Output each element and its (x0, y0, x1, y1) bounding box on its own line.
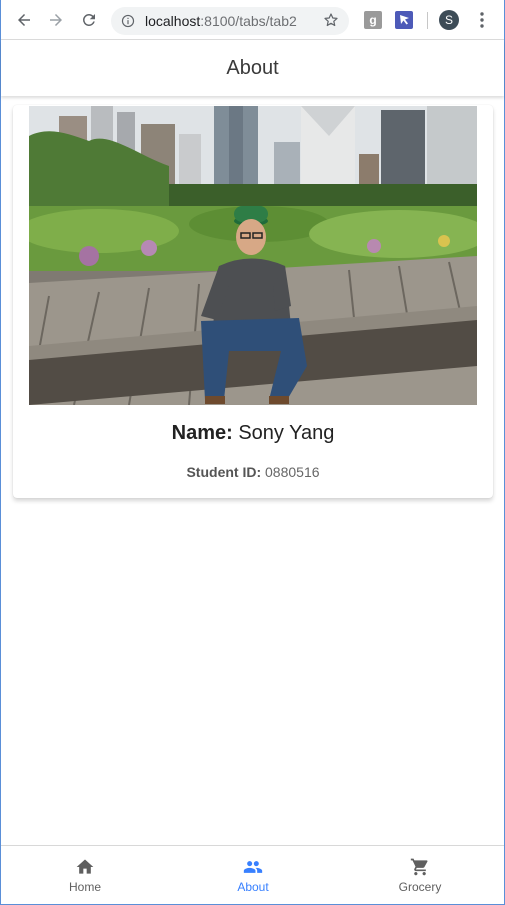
arrow-left-icon (18, 14, 30, 26)
kebab-menu-icon[interactable] (475, 11, 489, 29)
tab-grocery-label: Grocery (398, 880, 442, 894)
reload-icon (82, 13, 95, 26)
home-icon (76, 859, 94, 874)
extension-g-icon[interactable]: g (364, 11, 382, 29)
main-content[interactable]: Name: Sony Yang Student ID: 0880516 (1, 96, 504, 845)
arrow-right-icon (50, 14, 62, 26)
name-value: Sony Yang (238, 422, 335, 444)
address-bar[interactable]: localhost:8100/tabs/tab2 (111, 7, 349, 35)
profile-avatar[interactable]: S (439, 10, 459, 30)
forward-button[interactable] (45, 9, 67, 31)
student-id-label: Student ID: (186, 464, 262, 480)
student-id-value: 0880516 (265, 464, 320, 480)
student-id: Student ID: 0880516 (13, 464, 493, 480)
star-icon[interactable] (323, 12, 339, 28)
profile-photo (29, 106, 477, 405)
browser-window: localhost:8100/tabs/tab2 g S About Name:… (0, 0, 505, 905)
tab-about-label: About (237, 880, 269, 894)
cart-icon (410, 858, 428, 876)
extension-g-label: g (369, 13, 377, 27)
profile-initial: S (444, 13, 453, 27)
page-title: About (226, 56, 279, 79)
people-icon (243, 861, 263, 873)
tab-home-label: Home (68, 880, 101, 894)
info-icon[interactable] (121, 14, 135, 28)
url-text[interactable]: localhost:8100/tabs/tab2 (145, 13, 297, 29)
extension-arrow-icon[interactable] (395, 11, 413, 29)
url-path: :8100/tabs/tab2 (200, 13, 297, 29)
url-host: localhost (145, 13, 201, 29)
browser-toolbar: localhost:8100/tabs/tab2 g S (1, 0, 504, 40)
profile-card: Name: Sony Yang Student ID: 0880516 (13, 105, 493, 498)
tab-home[interactable]: Home (1, 846, 169, 904)
cursor-icon (400, 15, 409, 25)
student-name: Name: Sony Yang (13, 422, 493, 445)
app-header: About (1, 40, 504, 96)
profile-photo-illustration (29, 106, 477, 405)
reload-button[interactable] (78, 9, 100, 31)
back-button[interactable] (13, 9, 35, 31)
tab-bar: Home About Grocery (1, 845, 504, 903)
toolbar-divider (427, 12, 428, 29)
name-label: Name: (171, 422, 233, 444)
tab-about[interactable]: About (169, 846, 337, 904)
tab-grocery[interactable]: Grocery (336, 846, 504, 904)
